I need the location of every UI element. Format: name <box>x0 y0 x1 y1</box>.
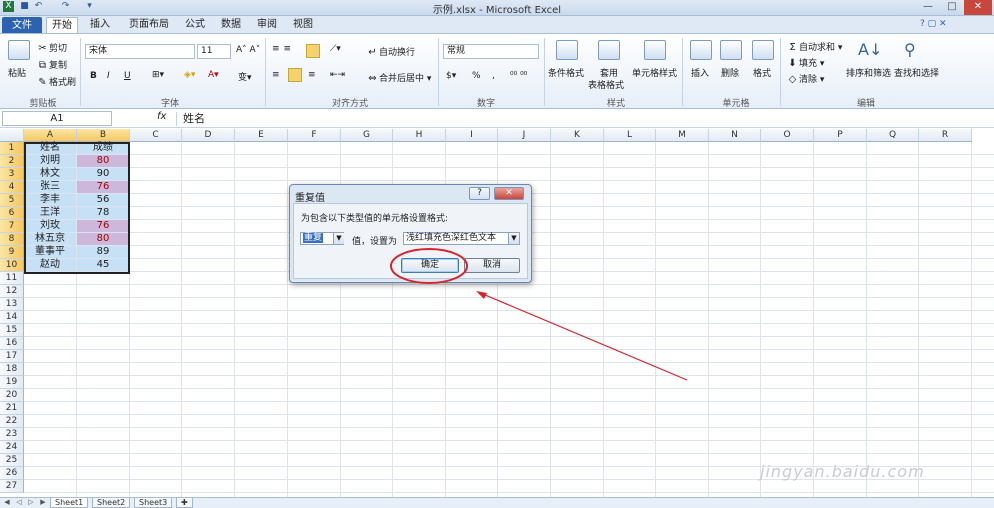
annotation-arrow-line <box>477 291 688 381</box>
annotation-overlay <box>390 248 688 381</box>
highlight-circle <box>390 248 468 284</box>
annotation-arrowhead <box>476 291 487 299</box>
